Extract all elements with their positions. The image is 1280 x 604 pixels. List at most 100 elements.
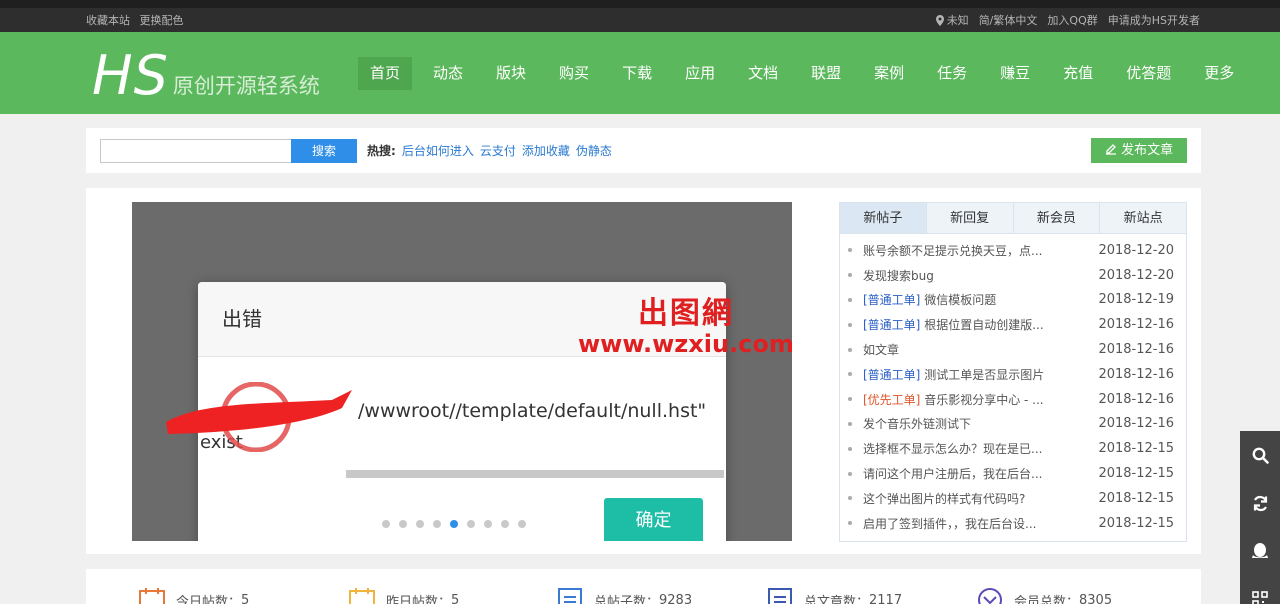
post-date: 2018-12-15	[1098, 515, 1174, 531]
latest-tabs: 新帖子 新回复 新会员 新站点 账号余额不足提示兑换天豆，点... 2018-12…	[839, 202, 1187, 542]
main-panel: 出错 /wwwroot//template/default/null.hst" …	[86, 188, 1201, 554]
slider-dot[interactable]	[382, 520, 390, 528]
slider-dot[interactable]	[484, 520, 492, 528]
total-posts-icon	[558, 588, 582, 604]
stat-total-articles: 总文章数： 2117	[766, 587, 902, 604]
edit-icon	[1105, 144, 1116, 155]
post-date: 2018-12-20	[1098, 242, 1174, 258]
nav-item-download[interactable]: 下载	[610, 57, 664, 90]
hot-keyword[interactable]: 云支付	[480, 139, 516, 163]
nav-item-home[interactable]: 首页	[358, 57, 413, 90]
post-date: 2018-12-16	[1098, 391, 1174, 407]
nav-item-tasks[interactable]: 任务	[925, 57, 979, 90]
stat-total-posts: 总帖子数： 9283	[556, 587, 692, 604]
slider-dots	[382, 520, 535, 528]
search-input[interactable]	[100, 139, 291, 163]
post-date: 2018-12-16	[1098, 317, 1174, 333]
stat-today-posts: 今日帖数： 5	[138, 587, 249, 604]
nav-item-recharge[interactable]: 充值	[1051, 57, 1105, 90]
list-item[interactable]: 选择框不显示怎么办？现在是已... 2018-12-15	[840, 436, 1186, 461]
post-date: 2018-12-16	[1098, 366, 1174, 382]
sidebar-search-button[interactable]	[1240, 431, 1280, 479]
tab-new-sites[interactable]: 新站点	[1100, 203, 1186, 233]
post-date: 2018-12-19	[1098, 292, 1174, 308]
slider-dot[interactable]	[399, 520, 407, 528]
post-title: 微信模板问题	[920, 293, 997, 308]
tab-header: 新帖子 新回复 新会员 新站点	[840, 203, 1186, 234]
post-title: 音乐影视分享中心 - ...	[920, 392, 1044, 407]
hot-keyword[interactable]: 添加收藏	[522, 139, 570, 163]
post-article-button[interactable]: 发布文章	[1091, 138, 1187, 163]
post-title: 启用了签到插件，，我在后台设...	[863, 516, 1037, 531]
post-title: 选择框不显示怎么办？现在是已...	[863, 442, 1043, 457]
image-slider[interactable]: 出错 /wwwroot//template/default/null.hst" …	[132, 202, 792, 541]
nav-item-dynamics[interactable]: 动态	[421, 57, 475, 90]
list-item[interactable]: [普通工单] 根据位置自动创建版... 2018-12-16	[840, 312, 1186, 337]
slider-dot[interactable]	[501, 520, 509, 528]
post-title: 测试工单是否显示图片	[920, 367, 1045, 382]
slider-dot[interactable]	[433, 520, 441, 528]
list-item[interactable]: [优先工单] 音乐影视分享中心 - ... 2018-12-16	[840, 387, 1186, 412]
post-date: 2018-12-15	[1098, 466, 1174, 482]
search-bar: 搜索 热搜: 后台如何进入 云支付 添加收藏 伪静态 发布文章	[86, 128, 1201, 173]
side-toolbar	[1240, 431, 1280, 604]
post-title: 根据位置自动创建版...	[920, 318, 1044, 333]
main-nav: 首页 动态 版块 购买 下载 应用 文档 联盟 案例 任务 赚豆 充值 优答题 …	[358, 57, 1255, 90]
tab-new-replies[interactable]: 新回复	[927, 203, 1014, 233]
slider-dot[interactable]	[467, 520, 475, 528]
tab-new-posts[interactable]: 新帖子	[840, 203, 927, 233]
post-date: 2018-12-16	[1098, 342, 1174, 358]
list-item[interactable]: 账号余额不足提示兑换天豆，点... 2018-12-20	[840, 238, 1186, 263]
post-title: 这个弹出图片的样式有代码吗?	[863, 491, 1026, 506]
tab-new-members[interactable]: 新会员	[1014, 203, 1101, 233]
list-item[interactable]: 发现搜索bug 2018-12-20	[840, 263, 1186, 288]
dialog-scrollbar	[346, 470, 724, 478]
list-item[interactable]: 请问这个用户注册后，我在后台... 2018-12-15	[840, 461, 1186, 486]
hot-keyword[interactable]: 伪静态	[576, 139, 612, 163]
slider-dot[interactable]	[450, 520, 458, 528]
nav-item-alliance[interactable]: 联盟	[799, 57, 853, 90]
list-item[interactable]: [普通工单] 测试工单是否显示图片 2018-12-16	[840, 362, 1186, 387]
site-logo[interactable]: HS 原创开源轻系统	[92, 44, 320, 104]
nav-item-apps[interactable]: 应用	[673, 57, 727, 90]
nav-item-earn-beans[interactable]: 赚豆	[988, 57, 1042, 90]
nav-item-buy[interactable]: 购买	[547, 57, 601, 90]
post-category[interactable]: [普通工单]	[863, 368, 920, 382]
total-articles-icon	[768, 588, 792, 604]
bookmark-site-link[interactable]: 收藏本站	[86, 14, 130, 27]
list-item[interactable]: [普通工单] 微信模板问题 2018-12-19	[840, 288, 1186, 313]
members-icon	[978, 588, 1002, 604]
post-category[interactable]: [普通工单]	[863, 293, 920, 307]
list-item[interactable]: 这个弹出图片的样式有代码吗? 2018-12-15	[840, 486, 1186, 511]
nav-item-more[interactable]: 更多	[1192, 57, 1246, 90]
nav-item-cases[interactable]: 案例	[862, 57, 916, 90]
hot-keyword[interactable]: 后台如何进入	[402, 139, 474, 163]
watermark: 出图網 www.wzxiu.com	[578, 288, 792, 358]
qq-icon	[1252, 542, 1268, 558]
post-category[interactable]: [普通工单]	[863, 318, 920, 332]
post-title: 发个音乐外链测试下	[863, 417, 972, 432]
nav-item-sections[interactable]: 版块	[484, 57, 538, 90]
language-switch-link[interactable]: 简/繁体中文	[979, 12, 1038, 28]
nav-item-qa[interactable]: 优答题	[1114, 57, 1183, 90]
list-item[interactable]: 启用了签到插件，，我在后台设... 2018-12-15	[840, 511, 1186, 536]
sidebar-refresh-button[interactable]	[1240, 479, 1280, 527]
nav-item-docs[interactable]: 文档	[736, 57, 790, 90]
sidebar-qrcode-button[interactable]	[1240, 575, 1280, 604]
hot-search-label: 热搜:	[367, 144, 396, 158]
post-date: 2018-12-15	[1098, 441, 1174, 457]
location-pin-icon	[935, 14, 944, 26]
search-button[interactable]: 搜索	[291, 139, 357, 163]
slider-dot[interactable]	[518, 520, 526, 528]
list-item[interactable]: 如文章 2018-12-16	[840, 337, 1186, 362]
join-qq-group-link[interactable]: 加入QQ群	[1047, 12, 1097, 28]
post-title: 请问这个用户注册后，我在后台...	[863, 467, 1043, 482]
change-color-link[interactable]: 更换配色	[140, 14, 184, 27]
apply-developer-link[interactable]: 申请成为HS开发者	[1108, 12, 1200, 28]
slider-dot[interactable]	[416, 520, 424, 528]
sidebar-qq-button[interactable]	[1240, 527, 1280, 575]
post-list: 账号余额不足提示兑换天豆，点... 2018-12-20 发现搜索bug 2018-…	[840, 234, 1186, 536]
post-date: 2018-12-16	[1098, 416, 1174, 432]
post-category-priority[interactable]: [优先工单]	[863, 393, 920, 407]
list-item[interactable]: 发个音乐外链测试下 2018-12-16	[840, 412, 1186, 437]
